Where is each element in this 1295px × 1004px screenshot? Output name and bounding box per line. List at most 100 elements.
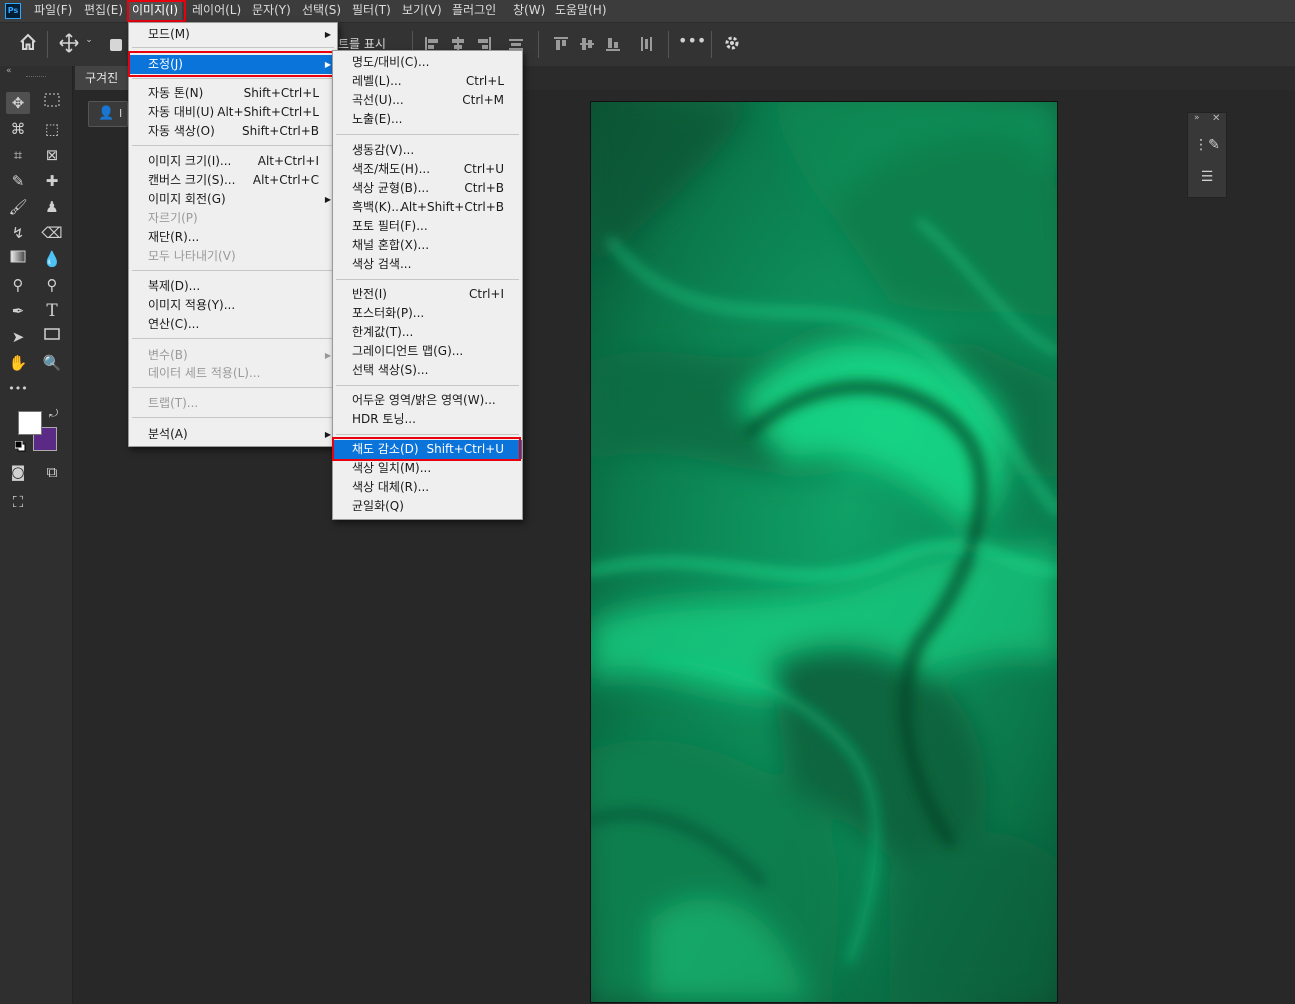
menu-item-trim[interactable]: 재단(R)... [129,228,337,247]
align-bottom-icon[interactable] [605,36,621,52]
menu-item-exposure[interactable]: 노출(E)... [333,110,522,129]
eraser-tool-icon[interactable]: ⌫ [40,222,64,244]
adjustments-icon[interactable]: ☰ [1194,165,1220,189]
menu-item-posterize[interactable]: 포스터화(P)... [333,304,522,323]
collapse-panel-icon[interactable]: « [6,66,12,76]
dodge-tool-icon[interactable]: ⚲ [6,274,30,296]
menu-item-label: 캔버스 크기(S)... [148,173,236,187]
frame-tool-icon[interactable]: ⊠ [40,144,64,166]
crop-tool-icon[interactable]: ⌗ [6,144,30,166]
menu-item-canvas-size[interactable]: 캔버스 크기(S)... Alt+Ctrl+C [129,171,337,190]
artboard-tool-icon[interactable]: ⬚ [40,118,64,140]
menu-item-photo-filter[interactable]: 포토 필터(F)... [333,217,522,236]
menu-window[interactable]: 창(W) [509,0,549,22]
menu-item-label: 분석(A) [148,427,188,441]
menu-image[interactable]: 이미지(I) [128,0,183,22]
type-tool-icon[interactable]: T [40,300,64,322]
menu-item-hdr-toning[interactable]: HDR 토닝... [333,410,522,429]
menu-select[interactable]: 선택(S) [298,0,345,22]
document-canvas[interactable] [590,101,1058,1003]
menu-item-auto-tone[interactable]: 자동 톤(N) Shift+Ctrl+L [129,84,337,103]
menu-item-match-color[interactable]: 색상 일치(M)... [333,459,522,478]
gear-icon[interactable] [722,34,742,54]
menu-item-levels[interactable]: 레벨(L)... Ctrl+L [333,72,522,91]
default-colors-icon[interactable] [14,440,26,452]
menu-item-mode[interactable]: 모드(M) ▶ [129,25,337,44]
screen-mode-icon[interactable]: ⧉ [40,461,64,483]
menu-item-channel-mixer[interactable]: 채널 혼합(X)... [333,236,522,255]
align-middle-icon[interactable] [579,36,595,52]
brush-settings-icon[interactable]: ⋮✎ [1194,133,1220,157]
menu-item-auto-color[interactable]: 자동 색상(O) Shift+Ctrl+B [129,122,337,141]
gradient-tool-icon[interactable] [6,248,30,270]
menu-item-label: 색상 균형(B)... [352,181,430,195]
edit-toolbar-icon[interactable]: ••• [6,378,30,400]
object-select-tool-icon[interactable]: ⌘ [6,118,30,140]
menu-item-brightness-contrast[interactable]: 명도/대비(C)... [333,53,522,72]
pen-tool-icon[interactable]: ✒ [6,300,30,322]
move-tool-icon[interactable] [58,33,80,55]
menu-item-shadows-highlights[interactable]: 어두운 영역/밝은 영역(W)... [333,391,522,410]
menu-filter[interactable]: 필터(T) [348,0,395,22]
menu-item-image-size[interactable]: 이미지 크기(I)... Alt+Ctrl+I [129,152,337,171]
path-select-tool-icon[interactable]: ➤ [6,326,30,348]
menu-item-calculations[interactable]: 연산(C)... [129,315,337,334]
chevron-down-icon[interactable]: ⌄ [83,35,95,53]
menu-item-label: 변수(B) [148,348,188,362]
healing-brush-tool-icon[interactable]: ✚ [40,170,64,192]
share-icon[interactable]: ⛶ [6,491,30,513]
menu-item-apply-image[interactable]: 이미지 적용(Y)... [129,296,337,315]
menu-item-adjustments[interactable]: 조정(J) ▶ [129,55,337,74]
distribute-vertical-icon[interactable] [638,36,654,52]
align-top-icon[interactable] [553,36,569,52]
menu-item-vibrance[interactable]: 생동감(V)... [333,141,522,160]
menu-item-analysis[interactable]: 분석(A) ▶ [129,425,337,444]
menu-item-desaturate[interactable]: 채도 감소(D) Shift+Ctrl+U [333,440,522,459]
history-brush-tool-icon[interactable]: ↯ [6,222,30,244]
menu-item-replace-color[interactable]: 색상 대체(R)... [333,478,522,497]
eyedropper-tool-icon[interactable]: ✎ [6,170,30,192]
menu-item-hue-saturation[interactable]: 색조/채도(H)... Ctrl+U [333,160,522,179]
quick-mask-icon[interactable]: ◙ [6,461,30,483]
menu-item-crop: 자르기(P) [129,209,337,228]
menu-item-reveal-all: 모두 나타내기(V) [129,247,337,266]
foreground-color-swatch[interactable] [18,411,42,435]
menu-item-color-balance[interactable]: 색상 균형(B)... Ctrl+B [333,179,522,198]
menu-item-color-lookup[interactable]: 색상 검색... [333,255,522,274]
menu-item-invert[interactable]: 반전(I) Ctrl+I [333,285,522,304]
menu-item-curves[interactable]: 곡선(U)... Ctrl+M [333,91,522,110]
hand-tool-icon[interactable]: ✋ [6,352,30,374]
zoom-tool-icon[interactable]: 🔍 [40,352,64,374]
menu-item-image-rotation[interactable]: 이미지 회전(G) ▶ [129,190,337,209]
menu-item-auto-contrast[interactable]: 자동 대비(U) Alt+Shift+Ctrl+L [129,103,337,122]
menu-file[interactable]: 파일(F) [30,0,76,22]
menu-item-selective-color[interactable]: 선택 색상(S)... [333,361,522,380]
smudge-tool-icon[interactable]: ⚲ [40,274,64,296]
menu-item-threshold[interactable]: 한계값(T)... [333,323,522,342]
menu-plugins[interactable]: 플러그인 [448,0,500,22]
swap-colors-icon[interactable]: ⤾ [49,407,58,421]
menu-item-duplicate[interactable]: 복제(D)... [129,277,337,296]
blur-tool-icon[interactable]: 💧 [40,248,64,270]
menu-view[interactable]: 보기(V) [398,0,446,22]
move-tool-icon[interactable]: ✥ [6,92,30,114]
auto-select-checkbox[interactable] [110,39,122,51]
more-options-icon[interactable]: ••• [678,33,706,53]
marquee-tool-icon[interactable] [40,92,64,114]
home-icon[interactable] [14,32,42,56]
close-icon[interactable]: ✕ [1212,113,1220,124]
stamp-tool-icon[interactable]: ♟ [40,196,64,218]
brush-tool-icon[interactable]: 🖌 [6,196,30,218]
separator [47,31,48,58]
layer-button[interactable]: 👤 I [88,101,128,127]
menu-item-equalize[interactable]: 균일화(Q) [333,497,522,516]
menu-item-black-white[interactable]: 흑백(K)... Alt+Shift+Ctrl+B [333,198,522,217]
menu-type[interactable]: 문자(Y) [248,0,295,22]
rectangle-tool-icon[interactable] [40,326,64,348]
menu-layer[interactable]: 레이어(L) [188,0,245,22]
menu-edit[interactable]: 편집(E) [80,0,127,22]
menu-help[interactable]: 도움말(H) [551,0,611,22]
menu-item-gradient-map[interactable]: 그레이디언트 맵(G)... [333,342,522,361]
document-tab[interactable]: 구겨진 [75,66,129,90]
expand-panels-icon[interactable]: » [1194,113,1200,123]
